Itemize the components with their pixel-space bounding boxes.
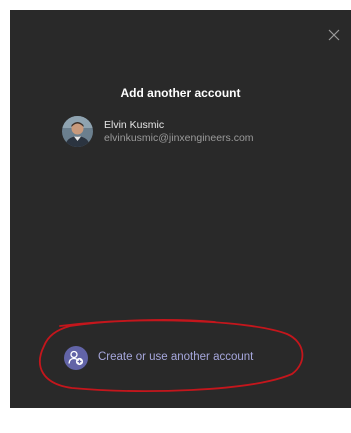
create-account-label: Create or use another account [98,351,254,363]
create-account-button[interactable]: Create or use another account [58,338,298,378]
account-email: elvinkusmic@jinxengineers.com [104,132,254,144]
add-account-dialog: Add another account Elvin Kusmic elvinku… [10,10,351,408]
close-icon [328,29,340,41]
account-name: Elvin Kusmic [104,119,165,131]
account-item[interactable]: Elvin Kusmic elvinkusmic@jinxengineers.c… [60,114,300,154]
close-button[interactable] [325,26,343,44]
add-person-icon [64,346,88,370]
avatar [62,116,93,147]
dialog-title: Add another account [120,86,241,100]
